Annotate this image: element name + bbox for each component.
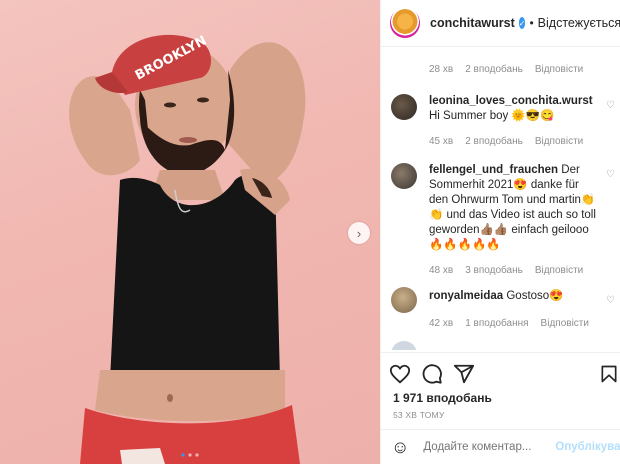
add-comment-bar: ☺ Опублікувати [381, 429, 620, 464]
comment-reply-button[interactable]: Відповісти [535, 134, 583, 149]
comment-text: Gostoso😍 [506, 290, 564, 302]
emoji-smiley-icon[interactable]: ☺ [391, 437, 409, 458]
comment-like-heart-icon[interactable]: ♡ [606, 169, 615, 180]
bookmark-icon[interactable] [599, 363, 619, 385]
author-avatar[interactable] [390, 8, 420, 38]
comment-reply-button[interactable]: Відповісти [535, 263, 583, 278]
post-header: conchitawurst ✓ • Відстежується [381, 0, 620, 47]
likes-count[interactable]: 1 971 вподобань [393, 391, 492, 405]
comment-time: 45 хв [429, 136, 454, 147]
comment-text: Hi Summer boy 🌞😎😋 [429, 110, 555, 122]
comment-avatar[interactable] [391, 94, 417, 120]
comment-username[interactable]: fellengel_und_frauchen [429, 164, 558, 176]
comment-bubble-icon[interactable] [421, 363, 443, 385]
next-photo-button[interactable]: › [348, 222, 370, 244]
comment-time: 28 хв [429, 64, 454, 75]
comment-meta: 45 хв 2 вподобань Відповісти [429, 134, 599, 149]
photo-illustration: BROOKLYN [69, 33, 306, 464]
comment-avatar[interactable] [391, 341, 417, 350]
verified-badge-icon: ✓ [518, 17, 526, 29]
chevron-right-icon: › [356, 225, 362, 241]
comment-text: Der Sommerhit 2021😍 danke für den Ohrwur… [429, 164, 596, 251]
comment-username[interactable]: leonina_loves_conchita.wurst [429, 95, 593, 107]
comment-likes[interactable]: 2 вподобань [465, 62, 523, 77]
comment-avatar[interactable] [391, 163, 417, 189]
post-photo[interactable]: BROOKLYN › [0, 0, 380, 464]
comment-meta: 48 хв 3 вподобань Відповісти [429, 263, 599, 278]
comment-likes[interactable]: 3 вподобань [465, 263, 523, 278]
post-side-panel: conchitawurst ✓ • Відстежується 28 хв 2 … [380, 0, 620, 464]
comment-username[interactable]: ronyalmeidaa [429, 290, 503, 302]
post-comment-button[interactable]: Опублікувати [555, 441, 620, 453]
comment-likes[interactable]: 2 вподобань [465, 134, 523, 149]
post-timestamp[interactable]: 53 ХВ ТОМУ [393, 410, 444, 420]
comment-like-heart-icon[interactable]: ♡ [606, 100, 615, 111]
comment-avatar[interactable] [391, 287, 417, 313]
comment-time: 42 хв [429, 318, 454, 329]
instagram-post-view: BROOKLYN › conchitawurst ✓ • Відстежуєть… [0, 0, 620, 464]
comment-time: 48 хв [429, 265, 454, 276]
post-actions: 1 971 вподобань 53 ХВ ТОМУ ☺ Опублікуват… [381, 352, 620, 463]
comment-meta: 42 хв 1 вподобання Відповісти [429, 316, 599, 331]
action-icons [389, 363, 475, 385]
separator-dot: • [529, 16, 534, 30]
comment-meta: 28 хв 2 вподобань Відповісти [429, 62, 599, 77]
share-send-icon[interactable] [453, 363, 475, 385]
comment-like-heart-icon[interactable]: ♡ [606, 295, 615, 306]
author-username[interactable]: conchitawurst [430, 16, 515, 30]
comment-reply-button[interactable]: Відповісти [535, 62, 583, 77]
comment-likes[interactable]: 1 вподобання [465, 316, 528, 331]
comments-list: 28 хв 2 вподобань Відповісти leonina_lov… [381, 47, 620, 350]
comment-input[interactable] [421, 440, 556, 454]
comment-reply-button[interactable]: Відповісти [541, 316, 589, 331]
follow-status-button[interactable]: Відстежується [538, 16, 620, 30]
like-heart-icon[interactable] [389, 363, 411, 385]
